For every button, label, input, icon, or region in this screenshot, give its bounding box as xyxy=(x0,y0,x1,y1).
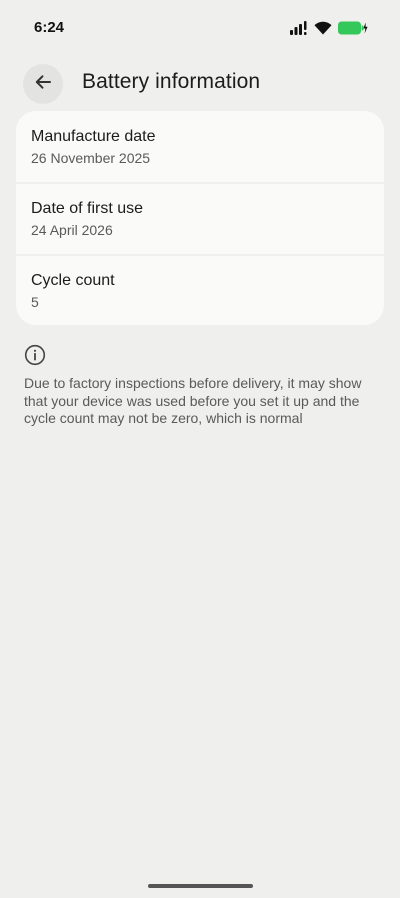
first-use-date-row: Date of first use 24 April 2026 xyxy=(16,183,384,254)
battery-info-card: Manufacture date 26 November 2025 Date o… xyxy=(16,111,384,325)
battery-information-screen: 6:24 Battery information Manufacture dat… xyxy=(0,0,400,898)
status-icons xyxy=(290,20,368,36)
signal-icon xyxy=(290,21,308,35)
home-indicator[interactable] xyxy=(148,884,253,888)
info-icon xyxy=(24,344,46,366)
page-title: Battery information xyxy=(82,70,261,93)
battery-charging-icon xyxy=(338,21,368,35)
manufacture-date-row: Manufacture date 26 November 2025 xyxy=(16,111,384,182)
row-value: 26 November 2025 xyxy=(31,150,151,166)
row-value: 24 April 2026 xyxy=(31,222,113,238)
back-button[interactable] xyxy=(23,64,63,104)
row-value: 5 xyxy=(31,294,39,310)
status-time: 6:24 xyxy=(34,19,65,36)
status-bar: 6:24 xyxy=(0,0,400,56)
info-note-text: Due to factory inspections before delive… xyxy=(24,375,362,426)
cycle-count-row: Cycle count 5 xyxy=(16,255,384,325)
row-label: Cycle count xyxy=(31,272,115,289)
wifi-icon xyxy=(314,21,332,35)
row-label: Date of first use xyxy=(31,200,144,217)
row-label: Manufacture date xyxy=(31,128,156,145)
arrow-left-icon xyxy=(33,72,53,97)
